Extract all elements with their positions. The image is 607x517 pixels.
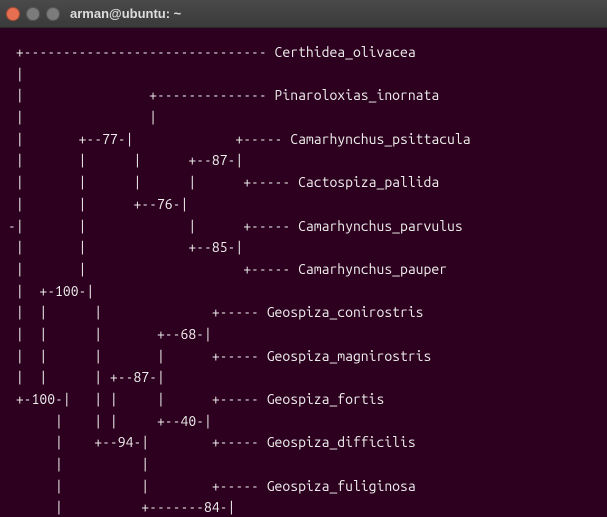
window-title: arman@ubuntu: ~ [70, 6, 181, 21]
terminal-output[interactable]: +------------------------------- Certhid… [0, 28, 607, 517]
maximize-icon[interactable] [46, 7, 60, 21]
window-controls [6, 7, 60, 21]
titlebar: arman@ubuntu: ~ [0, 0, 607, 28]
minimize-icon[interactable] [26, 7, 40, 21]
close-icon[interactable] [6, 7, 20, 21]
phylo-tree-text: +------------------------------- Certhid… [8, 44, 471, 517]
